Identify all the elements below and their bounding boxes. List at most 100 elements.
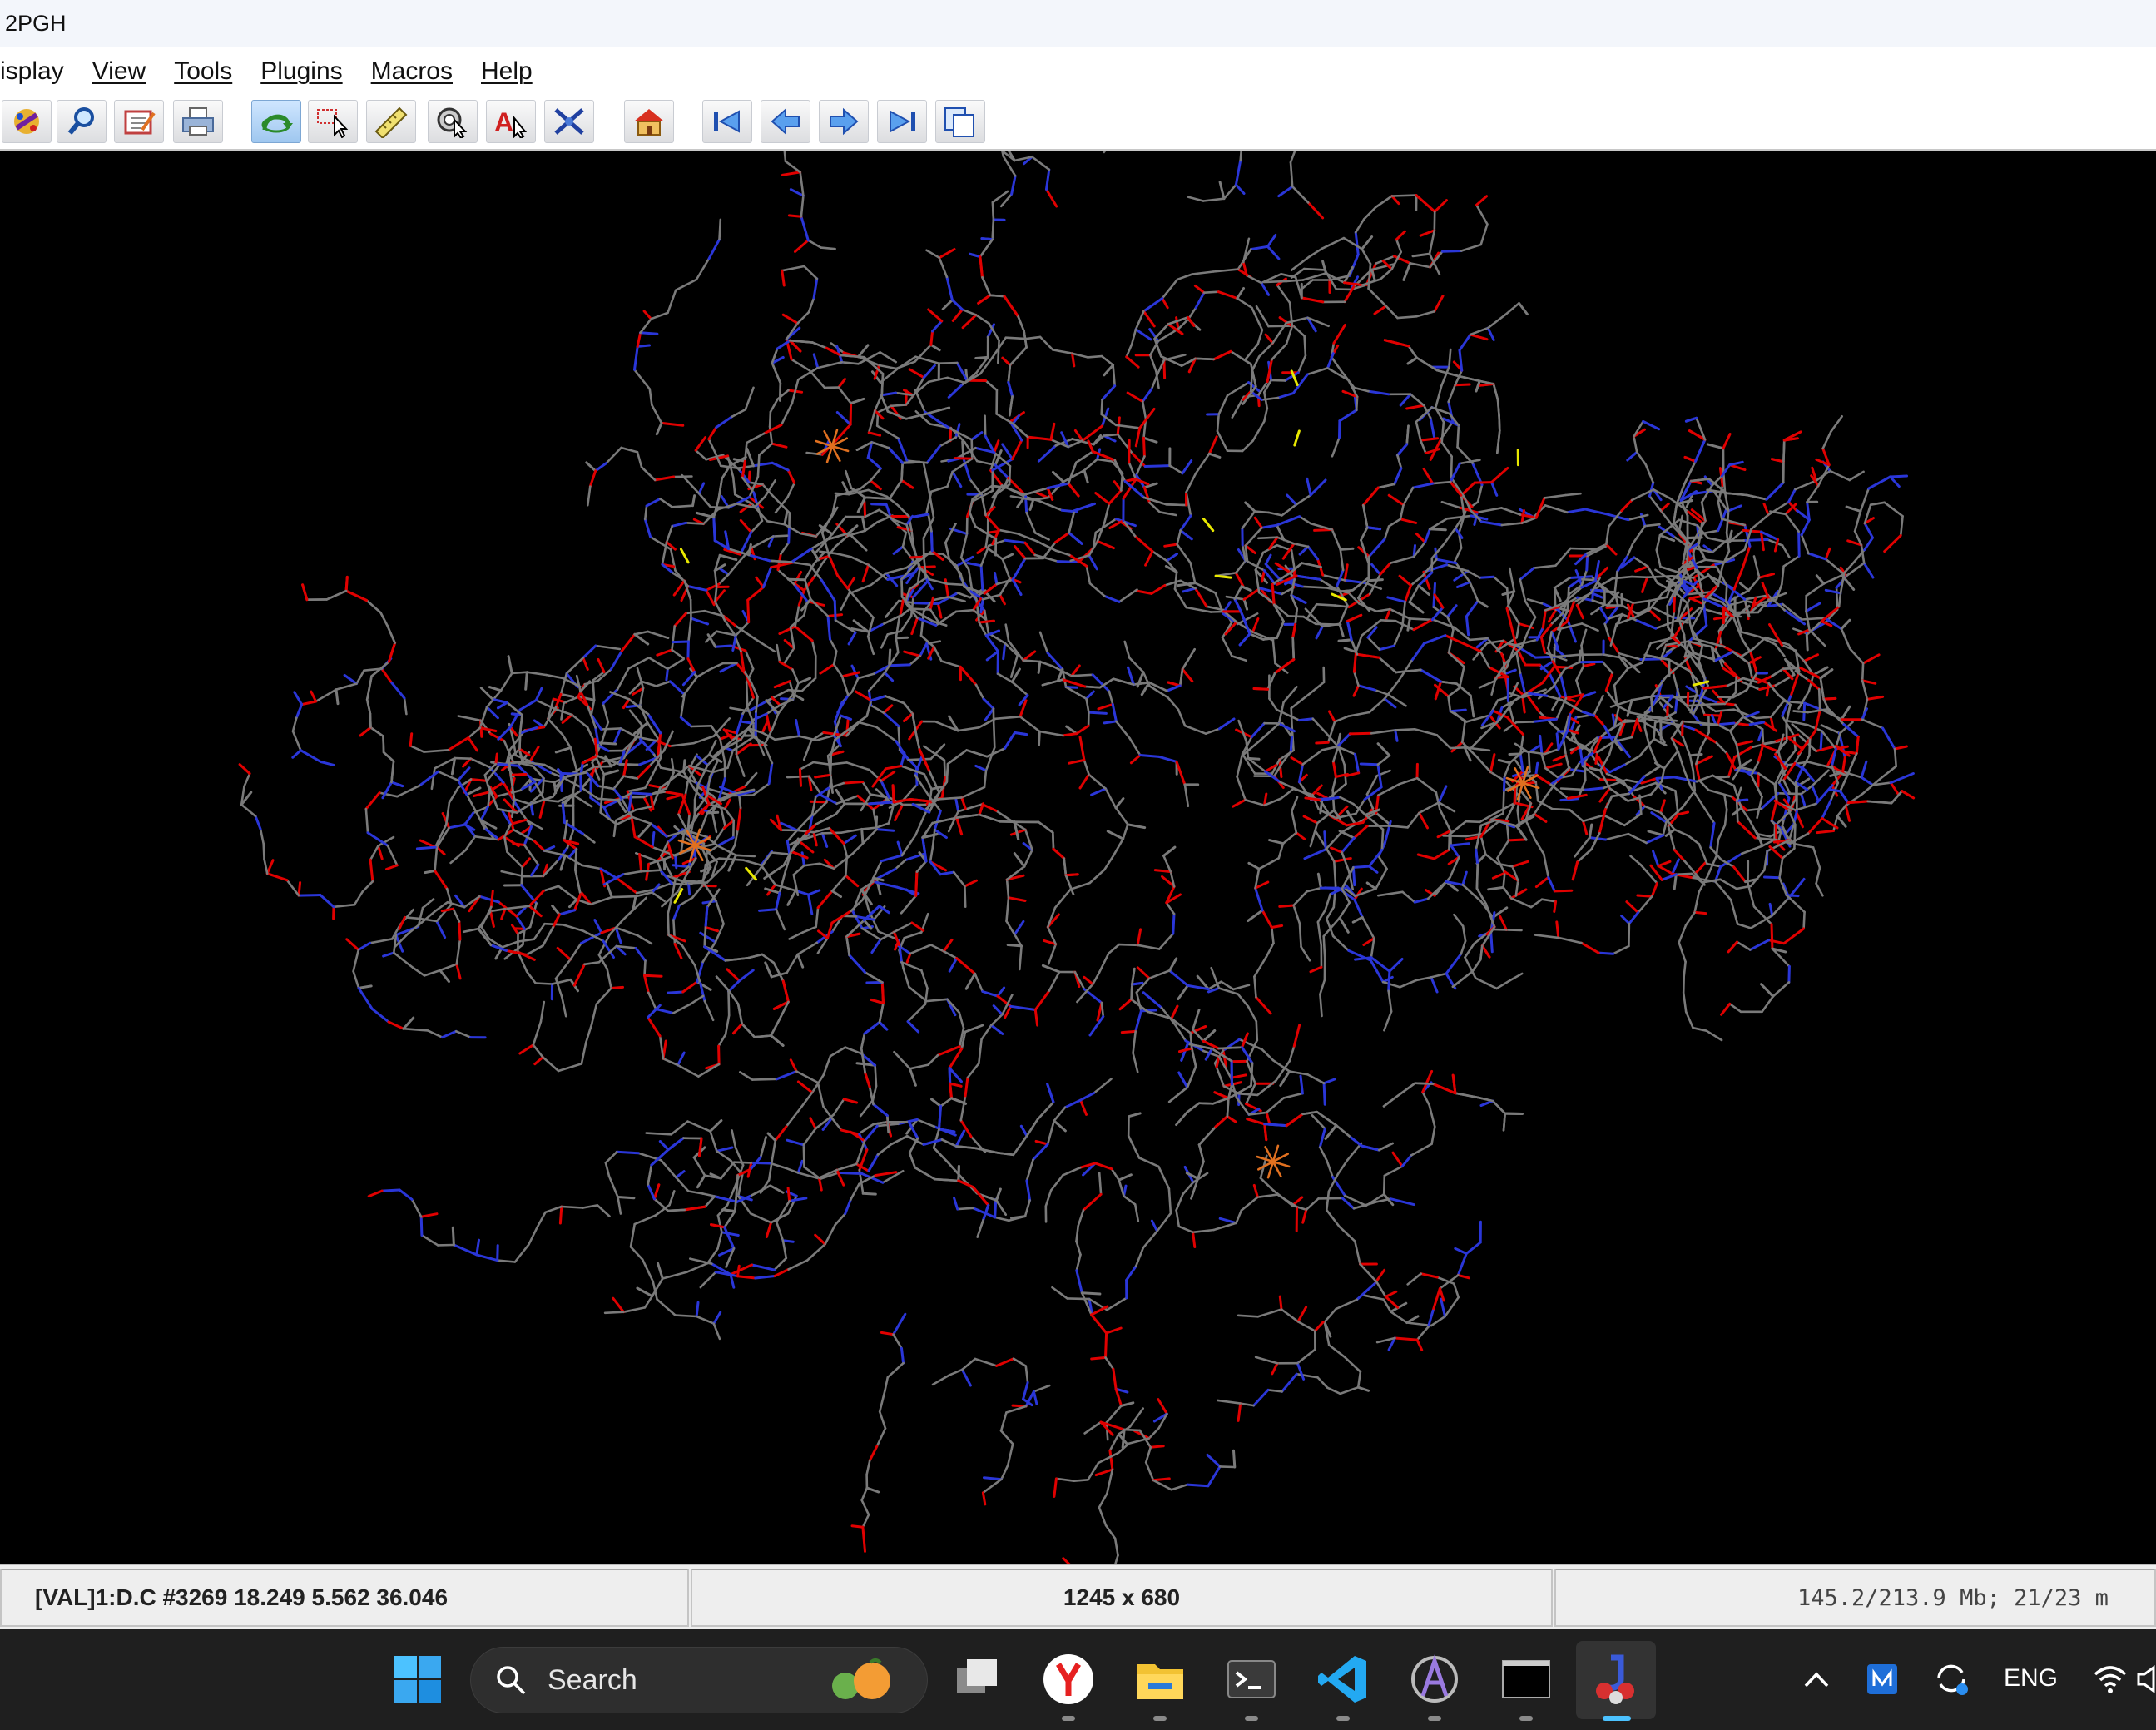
side-chain-bond: [1824, 588, 1842, 595]
side-chain-bond: [1399, 393, 1412, 407]
spin-button[interactable]: [428, 100, 478, 143]
menu-plugins[interactable]: Plugins: [260, 57, 342, 86]
side-chain-bond: [1034, 1139, 1049, 1146]
side-chain-bond: [1142, 310, 1156, 328]
side-chain-bond: [1163, 543, 1179, 548]
bond: [1133, 534, 1154, 553]
bond: [1575, 665, 1585, 682]
bond: [1237, 1093, 1259, 1097]
bond: [879, 351, 897, 364]
inspect-button[interactable]: [57, 100, 107, 143]
side-chain-bond: [677, 1051, 686, 1067]
bond: [1539, 636, 1546, 654]
bond: [1800, 617, 1826, 621]
bond: [1024, 1365, 1029, 1384]
bond: [1138, 754, 1161, 758]
open-molecule-button[interactable]: [2, 100, 52, 143]
bond: [1881, 726, 1896, 751]
bond: [1307, 247, 1323, 259]
next-frame-button[interactable]: [819, 100, 869, 143]
menu-tools[interactable]: Tools: [174, 57, 232, 86]
bond: [957, 803, 984, 813]
bond: [1221, 636, 1233, 657]
side-chain-bond: [1504, 668, 1517, 676]
script-editor-button[interactable]: [114, 100, 164, 143]
bond: [656, 1298, 677, 1316]
bond: [771, 711, 780, 731]
bond: [1678, 941, 1687, 964]
measure-button[interactable]: [366, 100, 416, 143]
bond: [733, 828, 739, 846]
bond: [454, 1030, 472, 1038]
bond: [1387, 989, 1393, 1013]
side-chain-bond: [1411, 252, 1431, 258]
molecule-viewer-canvas[interactable]: [0, 151, 2156, 1564]
side-chain-bond: [712, 1311, 722, 1326]
print-button[interactable]: [173, 100, 223, 143]
bond: [859, 602, 875, 619]
bond: [559, 672, 568, 696]
rotate-mode-button[interactable]: [251, 100, 301, 143]
side-chain-bond: [1671, 858, 1680, 875]
bond: [816, 1081, 825, 1108]
bond: [1628, 922, 1631, 948]
bond: [1379, 562, 1392, 576]
bond: [929, 845, 934, 863]
bond: [1660, 767, 1666, 783]
menu-macros[interactable]: Macros: [371, 57, 453, 86]
frames-button[interactable]: [935, 100, 985, 143]
last-frame-button[interactable]: [877, 100, 927, 143]
bond: [1613, 570, 1618, 593]
bond: [670, 882, 690, 886]
previous-frame-button[interactable]: [761, 100, 810, 143]
bond: [496, 1259, 517, 1263]
menu-display[interactable]: isplay: [0, 57, 64, 86]
bond: [1829, 469, 1851, 482]
side-chain-bond: [1121, 1428, 1126, 1449]
side-chain-bond: [1301, 1208, 1308, 1224]
bond: [462, 927, 480, 934]
bond: [900, 614, 913, 632]
menu-view[interactable]: View: [92, 57, 146, 86]
label-button[interactable]: A: [486, 100, 536, 143]
bond: [1070, 673, 1094, 677]
side-chain-bond: [1033, 490, 1049, 499]
bond: [1454, 369, 1463, 387]
bond: [1144, 1461, 1155, 1482]
bond: [994, 1216, 1010, 1222]
pick-mode-button[interactable]: [308, 100, 358, 143]
bond: [796, 941, 819, 956]
bond: [778, 660, 794, 671]
bond: [791, 561, 811, 567]
bond: [1762, 721, 1778, 732]
first-frame-button[interactable]: [702, 100, 752, 143]
bond: [1554, 547, 1572, 568]
bond: [999, 1430, 1014, 1445]
bond: [1098, 1172, 1103, 1196]
bond: [845, 761, 870, 771]
bond: [637, 934, 653, 945]
bond: [1380, 618, 1397, 622]
bond: [984, 414, 987, 438]
bond: [1331, 934, 1350, 952]
menu-help[interactable]: Help: [481, 57, 533, 86]
bond: [1104, 1356, 1115, 1371]
atom-cross-button[interactable]: [544, 100, 594, 143]
side-chain-bond: [861, 1192, 877, 1196]
bond: [1429, 416, 1436, 439]
side-chain-bond: [996, 986, 1006, 998]
bond: [1176, 273, 1194, 281]
bond: [1378, 656, 1397, 674]
molecule-icon: [14, 109, 39, 134]
bond: [1179, 514, 1192, 532]
side-chain-bond: [462, 757, 473, 768]
bond: [1440, 365, 1450, 387]
bond: [355, 669, 365, 685]
side-chain-bond: [1332, 857, 1352, 863]
side-chain-bond: [1395, 230, 1406, 241]
side-chain-bond: [1125, 355, 1140, 369]
bond: [775, 1221, 785, 1242]
home-view-button[interactable]: [624, 100, 674, 143]
side-chain-bond: [1071, 352, 1076, 368]
side-chain-bond: [781, 269, 786, 287]
